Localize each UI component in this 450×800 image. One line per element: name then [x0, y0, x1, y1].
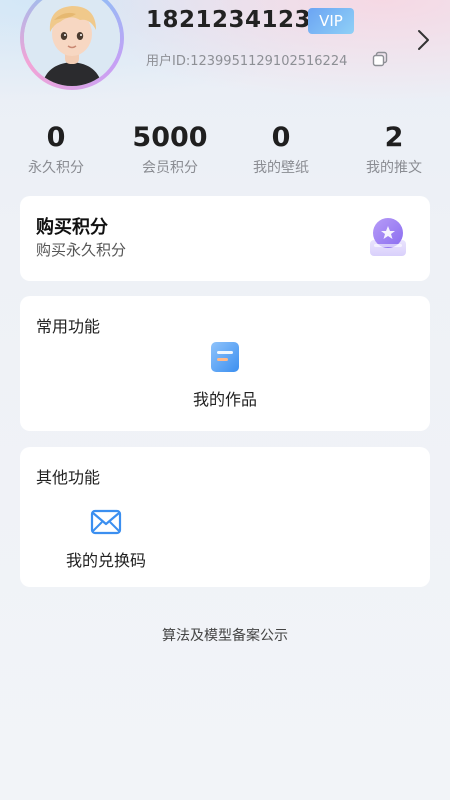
vip-badge: VIP	[308, 8, 354, 34]
document-icon	[211, 342, 239, 372]
user-id: 用户ID:1239951129102516224	[146, 54, 348, 69]
chevron-right-icon[interactable]	[414, 28, 432, 52]
common-functions-title: 常用功能	[36, 317, 101, 336]
other-functions-card: 其他功能 我的兑换码	[20, 447, 430, 587]
buy-points-card[interactable]: 购买积分 购买永久积分	[20, 196, 430, 281]
avatar-image	[24, 0, 120, 86]
stat-label: 我的推文	[366, 160, 422, 176]
stat-label: 永久积分	[28, 160, 84, 176]
stat-value: 0	[271, 122, 291, 153]
stat-label: 会员积分	[142, 160, 198, 176]
my-works-item[interactable]: 我的作品	[185, 340, 265, 410]
my-redeem-code-item[interactable]: 我的兑换码	[56, 509, 156, 571]
common-functions-card: 常用功能 我的作品	[20, 296, 430, 431]
points-coin-icon	[370, 218, 406, 256]
buy-points-title: 购买积分	[36, 217, 108, 238]
algorithm-filing-link[interactable]: 算法及模型备案公示	[0, 625, 450, 645]
avatar[interactable]	[20, 0, 124, 90]
stat-permanent-points[interactable]: 0 永久积分	[16, 118, 96, 178]
stat-my-wallpapers[interactable]: 0 我的壁纸	[240, 118, 322, 178]
other-functions-title: 其他功能	[36, 468, 101, 487]
envelope-icon	[90, 509, 122, 535]
my-works-label: 我的作品	[192, 390, 257, 409]
phone-number: 18212341234	[146, 7, 328, 33]
buy-points-subtitle: 购买永久积分	[36, 241, 127, 259]
stat-my-posts[interactable]: 2 我的推文	[353, 118, 435, 178]
stat-label: 我的壁纸	[253, 160, 309, 176]
stat-value: 2	[384, 122, 404, 153]
stat-value: 5000	[132, 122, 208, 153]
copy-icon[interactable]	[372, 51, 388, 67]
my-redeem-code-label: 我的兑换码	[65, 551, 146, 570]
stats-row: 0 永久积分 5000 会员积分 0 我的壁纸 2 我的推文	[0, 118, 450, 188]
stat-value: 0	[46, 122, 66, 153]
stat-member-points[interactable]: 5000 会员积分	[120, 118, 220, 178]
